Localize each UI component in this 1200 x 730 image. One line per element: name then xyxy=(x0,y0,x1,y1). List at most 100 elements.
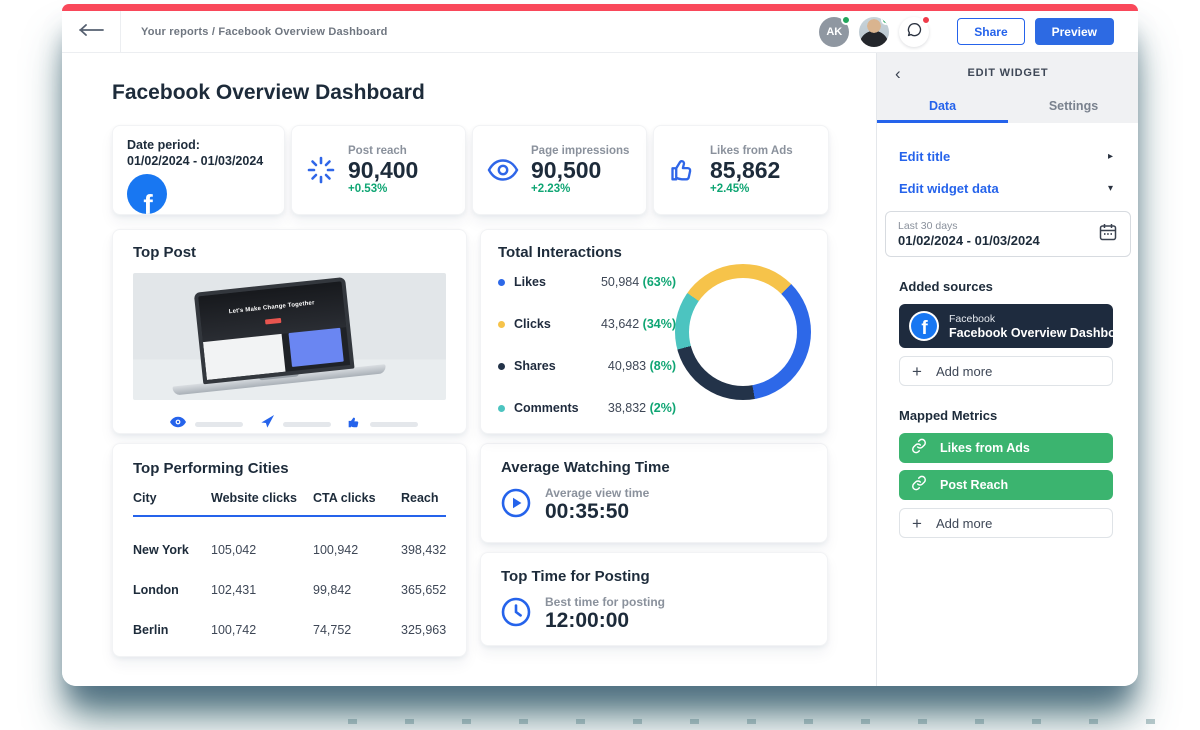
column-header: City xyxy=(133,491,211,505)
mapped-metrics-label: Mapped Metrics xyxy=(899,408,1138,423)
table-header-row: City Website clicks CTA clicks Reach xyxy=(133,491,446,517)
edit-widget-panel: ‹ EDIT WIDGET Data Settings Edit title ▸… xyxy=(876,53,1138,686)
widget-title: Top Performing Cities xyxy=(133,460,446,477)
topbar-divider xyxy=(120,11,121,53)
metric-placeholder-line xyxy=(283,422,331,427)
app-window: Your reports / Facebook Overview Dashboa… xyxy=(62,4,1138,686)
chat-button[interactable] xyxy=(899,17,929,47)
stat-change: +2.45% xyxy=(710,183,793,195)
eye-icon xyxy=(487,158,519,182)
stat-change: +2.23% xyxy=(531,183,629,195)
legend-dot xyxy=(498,321,505,328)
notification-dot xyxy=(921,15,931,25)
stat-value: 85,862 xyxy=(710,157,793,183)
date-range-picker[interactable]: Last 30 days 01/02/2024 - 01/03/2024 xyxy=(885,211,1131,257)
edit-title-link: Edit title xyxy=(899,149,950,164)
facebook-source-card[interactable]: f Facebook Facebook Overview Dashboard xyxy=(899,304,1113,348)
window-top-accent-bar xyxy=(62,4,1138,11)
added-sources-label: Added sources xyxy=(899,279,1138,294)
views-icon xyxy=(169,415,187,433)
link-icon xyxy=(911,475,927,496)
top-cities-widget[interactable]: Top Performing Cities City Website click… xyxy=(112,443,467,657)
time-value: 00:35:50 xyxy=(545,500,649,524)
chevron-right-icon: ▸ xyxy=(1108,151,1113,162)
column-header: CTA clicks xyxy=(313,491,401,505)
widget-title: Total Interactions xyxy=(498,244,811,261)
date-preset-label: Last 30 days xyxy=(898,220,1040,232)
time-cards-column: Average Watching Time Average view time … xyxy=(480,443,828,657)
back-arrow-icon xyxy=(78,23,104,41)
edit-title-row[interactable]: Edit title ▸ xyxy=(877,143,1138,169)
online-status-dot xyxy=(841,15,851,25)
date-period-card[interactable]: Date period: 01/02/2024 - 01/03/2024 f xyxy=(112,125,285,215)
metric-pill-likes-from-ads[interactable]: Likes from Ads xyxy=(899,433,1113,463)
plus-icon: + xyxy=(912,363,922,380)
average-watching-time-widget[interactable]: Average Watching Time Average view time … xyxy=(480,443,828,543)
panel-tabs: Data Settings xyxy=(877,93,1138,123)
clock-icon xyxy=(501,597,531,632)
widget-title: Top Time for Posting xyxy=(501,568,807,585)
avatar-initials-label: AK xyxy=(826,26,842,38)
facebook-icon: f xyxy=(909,311,939,341)
topbar: Your reports / Facebook Overview Dashboa… xyxy=(62,11,1138,53)
cities-table: City Website clicks CTA clicks Reach New… xyxy=(133,491,446,637)
online-status-dot xyxy=(881,17,889,25)
tab-data[interactable]: Data xyxy=(877,93,1008,123)
date-period-value: 01/02/2024 - 01/03/2024 xyxy=(127,154,270,168)
top-time-posting-widget[interactable]: Top Time for Posting Best time for posti… xyxy=(480,552,828,646)
stat-change: +0.53% xyxy=(348,183,418,195)
burst-icon xyxy=(306,156,336,184)
legend-item: Comments 38,832 (2%) xyxy=(498,401,676,415)
likes-from-ads-card[interactable]: Likes from Ads 85,862 +2.45% xyxy=(653,125,829,215)
donut-chart xyxy=(675,264,811,400)
tab-settings[interactable]: Settings xyxy=(1008,93,1138,123)
date-range-value: 01/02/2024 - 01/03/2024 xyxy=(898,233,1040,248)
top-post-widget[interactable]: Top Post Let's Make Change Together xyxy=(112,229,467,434)
avatar-photo[interactable] xyxy=(859,17,889,47)
facebook-icon: f xyxy=(127,174,167,214)
time-value: 12:00:00 xyxy=(545,609,665,633)
legend-item: Clicks 43,642 (34%) xyxy=(498,317,676,331)
preview-button[interactable]: Preview xyxy=(1035,18,1114,45)
dashboard-canvas: Facebook Overview Dashboard Date period:… xyxy=(62,53,876,686)
legend-item: Likes 50,984 (63%) xyxy=(498,275,676,289)
top-post-image: Let's Make Change Together xyxy=(133,273,446,400)
table-row: Berlin 100,742 74,752 325,963 xyxy=(133,597,446,637)
background-dotted-decoration xyxy=(348,719,1200,724)
add-source-button[interactable]: + Add more xyxy=(899,356,1113,386)
edit-widget-data-row[interactable]: Edit widget data ▾ xyxy=(877,175,1138,201)
page-background: Your reports / Facebook Overview Dashboa… xyxy=(0,0,1200,730)
laptop-illustration: Let's Make Change Together xyxy=(193,274,385,393)
page-impressions-card[interactable]: Page impressions 90,500 +2.23% xyxy=(472,125,647,215)
legend-item: Shares 40,983 (8%) xyxy=(498,359,676,373)
stat-label: Page impressions xyxy=(531,145,629,157)
back-button[interactable] xyxy=(62,23,120,41)
widget-title: Top Post xyxy=(133,244,446,261)
date-period-label: Date period: xyxy=(127,138,270,152)
donut-legend: Likes 50,984 (63%) Clicks 43,642 (34%) S… xyxy=(498,275,676,415)
post-stats-row xyxy=(133,400,446,434)
donut-hole xyxy=(689,278,797,386)
panel-header: ‹ EDIT WIDGET Data Settings xyxy=(877,53,1138,123)
panel-title: EDIT WIDGET xyxy=(968,67,1049,79)
post-reach-card[interactable]: Post reach 90,400 +0.53% xyxy=(291,125,466,215)
add-metric-button[interactable]: + Add more xyxy=(899,508,1113,538)
thumbs-up-icon xyxy=(668,156,698,184)
legend-dot xyxy=(498,405,505,412)
share-button[interactable]: Share xyxy=(957,18,1024,45)
stat-card-row: Date period: 01/02/2024 - 01/03/2024 f xyxy=(112,125,829,215)
table-row: London 102,431 99,842 365,652 xyxy=(133,557,446,597)
avatar-ak[interactable]: AK xyxy=(819,17,849,47)
time-label: Average view time xyxy=(545,486,649,500)
panel-back-chevron[interactable]: ‹ xyxy=(895,65,901,82)
stat-value: 90,400 xyxy=(348,157,418,183)
metric-pill-post-reach[interactable]: Post Reach xyxy=(899,470,1113,500)
link-icon xyxy=(911,438,927,459)
source-network: Facebook xyxy=(949,313,1135,325)
like-icon xyxy=(347,415,362,434)
page-title: Facebook Overview Dashboard xyxy=(112,81,829,105)
time-label: Best time for posting xyxy=(545,595,665,609)
column-header: Reach xyxy=(401,491,446,505)
column-header: Website clicks xyxy=(211,491,313,505)
total-interactions-widget[interactable]: Total Interactions Likes 50,984 (63%) Cl… xyxy=(480,229,828,434)
